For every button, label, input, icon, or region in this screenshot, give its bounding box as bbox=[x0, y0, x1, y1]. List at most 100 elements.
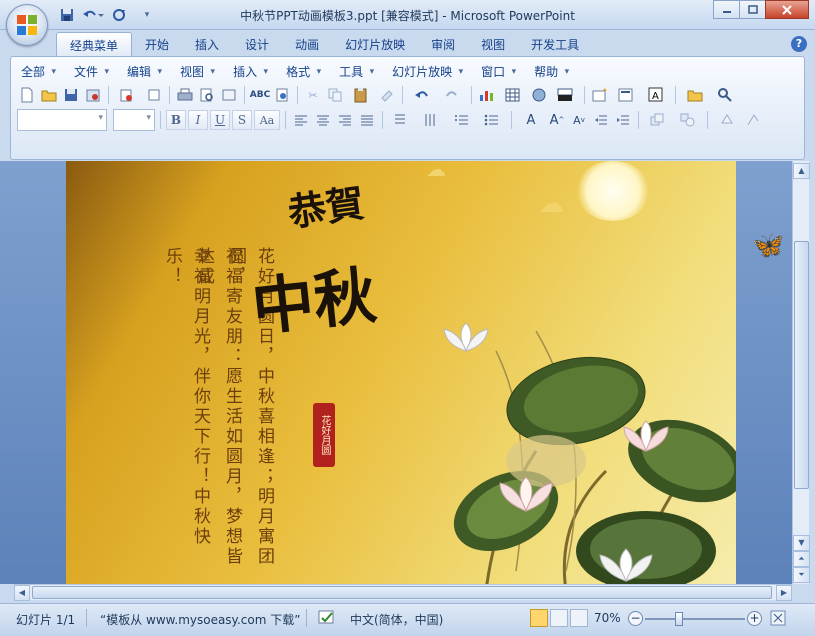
previous-slide-icon[interactable]: ⏶ bbox=[793, 551, 810, 567]
zoom-slider-thumb[interactable] bbox=[675, 612, 683, 626]
open-folder-icon[interactable] bbox=[681, 85, 709, 105]
spell-check-icon[interactable] bbox=[318, 610, 336, 629]
decrease-indent-icon[interactable] bbox=[591, 110, 611, 130]
font-size-combo[interactable] bbox=[113, 109, 155, 131]
next-slide-icon[interactable]: ⏷ bbox=[793, 567, 810, 583]
insert-chart-icon[interactable] bbox=[477, 85, 497, 105]
underline-button[interactable]: U bbox=[210, 110, 230, 130]
format-painter-icon[interactable] bbox=[377, 85, 397, 105]
menu-help[interactable]: 帮助 bbox=[530, 63, 569, 81]
zoom-out-button[interactable]: − bbox=[628, 611, 643, 626]
menu-file[interactable]: 文件 bbox=[70, 63, 109, 81]
columns-icon[interactable] bbox=[418, 110, 446, 130]
tab-classic-menu[interactable]: 经典菜单 bbox=[56, 32, 133, 56]
tab-design[interactable]: 设计 bbox=[232, 32, 282, 56]
normal-view-button[interactable] bbox=[530, 609, 548, 627]
office-button[interactable] bbox=[6, 4, 48, 46]
tab-home[interactable]: 开始 bbox=[132, 32, 182, 56]
close-icon[interactable] bbox=[765, 0, 809, 19]
separator bbox=[675, 86, 676, 104]
bullets-icon[interactable] bbox=[478, 110, 506, 130]
align-right-icon[interactable] bbox=[335, 110, 355, 130]
window-controls bbox=[713, 0, 809, 19]
menu-view[interactable]: 视图 bbox=[176, 63, 215, 81]
new-slide-icon[interactable] bbox=[590, 85, 610, 105]
menu-format[interactable]: 格式 bbox=[282, 63, 321, 81]
language-indicator[interactable]: 中文(简体，中国) bbox=[350, 611, 443, 628]
permission-icon[interactable] bbox=[83, 85, 103, 105]
shape-outline-icon[interactable] bbox=[743, 110, 763, 130]
copy-icon[interactable] bbox=[325, 85, 345, 105]
menu-insert[interactable]: 插入 bbox=[229, 63, 268, 81]
clip-art-icon[interactable] bbox=[529, 85, 549, 105]
italic-button[interactable]: I bbox=[188, 110, 208, 130]
horizontal-scroll-thumb[interactable] bbox=[32, 586, 772, 599]
vertical-scrollbar[interactable]: ▲ ▼ ⏶ ⏷ bbox=[792, 161, 810, 584]
change-case-button[interactable]: Aa bbox=[254, 110, 280, 130]
research-icon[interactable] bbox=[272, 85, 292, 105]
email-icon[interactable] bbox=[114, 85, 142, 105]
zoom-search-icon[interactable] bbox=[711, 85, 739, 105]
shapes-icon[interactable] bbox=[674, 110, 702, 130]
horizontal-scrollbar[interactable]: ◀ ▶ bbox=[14, 584, 792, 601]
spelling-icon[interactable]: ABC bbox=[250, 85, 270, 105]
menu-all[interactable]: 全部 bbox=[17, 63, 56, 81]
minimize-icon[interactable] bbox=[713, 0, 740, 19]
undo-icon[interactable] bbox=[408, 85, 436, 105]
numbering-icon[interactable] bbox=[448, 110, 476, 130]
scroll-left-icon[interactable]: ◀ bbox=[14, 585, 30, 601]
justify-icon[interactable] bbox=[357, 110, 377, 130]
slideshow-view-button[interactable] bbox=[570, 609, 588, 627]
font-name-combo[interactable] bbox=[17, 109, 107, 131]
redo-icon[interactable] bbox=[438, 85, 466, 105]
tab-review[interactable]: 审阅 bbox=[418, 32, 468, 56]
insert-table-icon[interactable] bbox=[499, 85, 527, 105]
bold-button[interactable]: B bbox=[166, 110, 186, 130]
grow-font-icon[interactable]: A ^ bbox=[547, 110, 567, 130]
layout-icon[interactable] bbox=[612, 85, 640, 105]
new-document-icon[interactable] bbox=[17, 85, 37, 105]
align-left-icon[interactable] bbox=[291, 110, 311, 130]
zoom-slider[interactable] bbox=[645, 618, 745, 620]
slide-sorter-view-button[interactable] bbox=[550, 609, 568, 627]
arrange-icon[interactable] bbox=[644, 110, 672, 130]
scroll-up-icon[interactable]: ▲ bbox=[793, 163, 810, 179]
page-setup-icon[interactable] bbox=[219, 85, 239, 105]
color-grayscale-icon[interactable] bbox=[551, 85, 579, 105]
help-icon[interactable]: ? bbox=[791, 36, 807, 52]
scroll-down-icon[interactable]: ▼ bbox=[793, 535, 810, 551]
svg-text:A: A bbox=[652, 91, 659, 102]
attach-icon[interactable] bbox=[144, 85, 164, 105]
text-box-icon[interactable]: A bbox=[642, 85, 670, 105]
print-preview-icon[interactable] bbox=[197, 85, 217, 105]
open-folder-icon[interactable] bbox=[39, 85, 59, 105]
cut-icon[interactable]: ✂ bbox=[303, 85, 323, 105]
shadow-button[interactable]: S bbox=[232, 110, 252, 130]
tab-slideshow[interactable]: 幻灯片放映 bbox=[332, 32, 418, 56]
shape-fill-icon[interactable] bbox=[713, 110, 741, 130]
slide-canvas[interactable]: ☁ ☁ ☁ 花好月圆日，中秋喜相逢；明月寓团圆， 祝福寄友朋：愿生活如圆月，梦想… bbox=[66, 161, 736, 584]
line-spacing-icon[interactable] bbox=[388, 110, 416, 130]
separator bbox=[169, 86, 170, 104]
tab-animation[interactable]: 动画 bbox=[282, 32, 332, 56]
maximize-icon[interactable] bbox=[739, 0, 766, 19]
tab-developer[interactable]: 开发工具 bbox=[518, 32, 592, 56]
shrink-font-icon[interactable]: Av bbox=[569, 110, 589, 130]
paste-icon[interactable] bbox=[347, 85, 375, 105]
menu-window[interactable]: 窗口 bbox=[477, 63, 516, 81]
increase-indent-icon[interactable] bbox=[613, 110, 633, 130]
tab-view[interactable]: 视图 bbox=[468, 32, 518, 56]
scroll-right-icon[interactable]: ▶ bbox=[776, 585, 792, 601]
menu-edit[interactable]: 编辑 bbox=[123, 63, 162, 81]
align-center-icon[interactable] bbox=[313, 110, 333, 130]
menu-tools[interactable]: 工具 bbox=[335, 63, 374, 81]
vertical-scroll-thumb[interactable] bbox=[794, 241, 809, 489]
tab-insert[interactable]: 插入 bbox=[182, 32, 232, 56]
zoom-level[interactable]: 70% bbox=[594, 611, 621, 625]
zoom-in-button[interactable]: + bbox=[747, 611, 762, 626]
menu-slideshow[interactable]: 幻灯片放映 bbox=[388, 63, 463, 81]
print-icon[interactable] bbox=[175, 85, 195, 105]
font-color-icon[interactable]: A bbox=[517, 110, 545, 130]
fit-to-window-icon[interactable] bbox=[770, 610, 786, 629]
save-icon[interactable] bbox=[61, 85, 81, 105]
